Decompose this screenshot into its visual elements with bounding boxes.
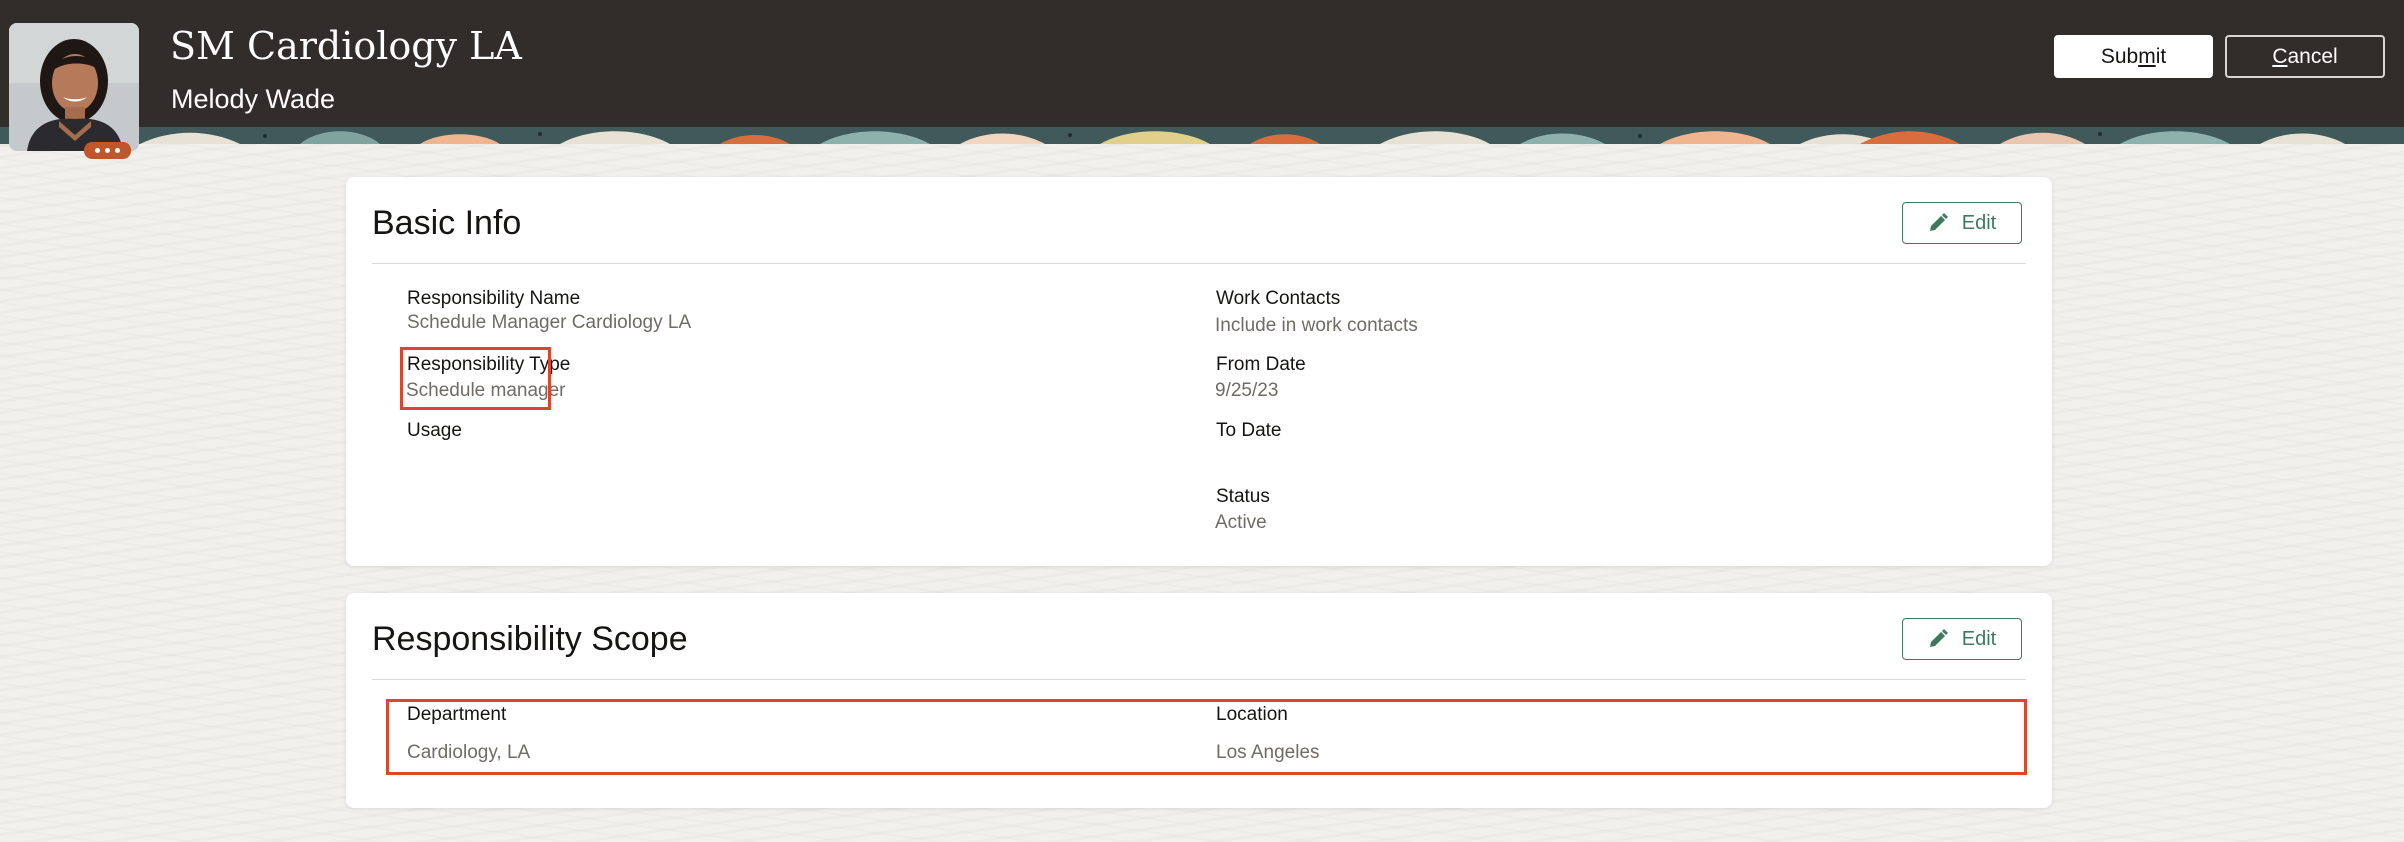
department-label: Department [407, 704, 507, 725]
basic-info-title: Basic Info [372, 204, 522, 242]
location-label: Location [1216, 704, 1288, 725]
from-date-value: 9/25/23 [1215, 380, 1279, 401]
person-photo-icon [9, 23, 139, 151]
work-contacts-label: Work Contacts [1216, 288, 1341, 309]
location-value: Los Angeles [1216, 742, 1320, 763]
more-dot-icon [105, 148, 110, 153]
page-subtitle: Melody Wade [171, 84, 336, 114]
pencil-icon [1929, 213, 1948, 231]
page-header: SM Cardiology LA Melody Wade Sub m it Canc… [0, 0, 2404, 127]
more-dot-icon [115, 148, 120, 153]
cancel-button[interactable]: Cancel [2225, 35, 2385, 78]
band-pattern [0, 127, 2404, 144]
basic-info-edit-button[interactable]: Edit [1902, 202, 2022, 244]
from-date-label: From Date [1216, 354, 1306, 375]
more-actions-button[interactable] [84, 142, 131, 159]
department-value: Cardiology, LA [407, 742, 531, 763]
responsibility-scope-card: Responsibility Scope Edit Department Car… [346, 593, 2052, 808]
responsibility-type-value: Schedule manager [406, 380, 566, 401]
responsibility-name-label: Responsibility Name [407, 288, 581, 309]
submit-label-pre: Sub [2100, 44, 2139, 68]
edit-label: Edit [1961, 211, 1997, 234]
submit-label-key: m [2138, 44, 2156, 68]
cancel-label-post: ancel [2287, 44, 2338, 68]
card-divider [372, 263, 2026, 264]
responsibility-name-value: Schedule Manager Cardiology LA [407, 312, 692, 333]
card-divider [372, 679, 2026, 680]
work-contacts-value: Include in work contacts [1215, 315, 1418, 336]
responsibility-type-label: Responsibility Type [407, 354, 571, 375]
submit-label-post: it [2155, 44, 2167, 68]
to-date-label: To Date [1216, 420, 1282, 441]
submit-button[interactable]: Sub m it [2054, 35, 2213, 78]
responsibility-scope-title: Responsibility Scope [372, 620, 688, 658]
responsibility-scope-edit-button[interactable]: Edit [1902, 618, 2022, 660]
avatar[interactable] [9, 23, 139, 151]
pencil-icon [1929, 629, 1948, 647]
cancel-label-key: C [2272, 44, 2288, 68]
page-title: SM Cardiology LA [170, 24, 522, 68]
basic-info-card: Basic Info Edit Responsibility Name Sche… [346, 177, 2052, 566]
edit-label: Edit [1961, 627, 1997, 650]
more-dot-icon [95, 148, 100, 153]
usage-label: Usage [407, 420, 462, 441]
status-value: Active [1215, 512, 1267, 533]
status-label: Status [1216, 486, 1270, 507]
header-decorative-band [0, 127, 2404, 144]
scope-fields-highlight [386, 699, 2027, 775]
